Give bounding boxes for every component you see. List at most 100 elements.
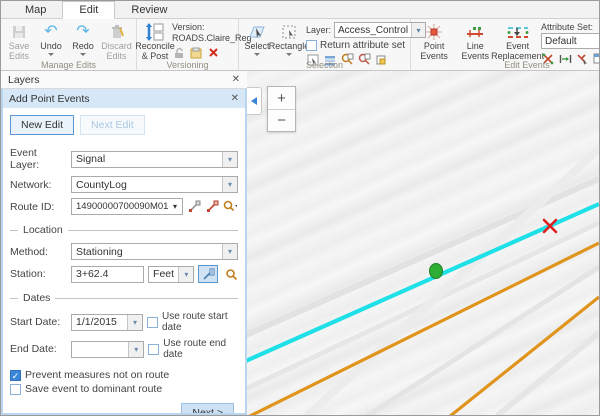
- station-units-combobox[interactable]: Feet ▾: [148, 266, 194, 283]
- method-dropdown-arrow[interactable]: ▾: [222, 244, 237, 259]
- select-dropdown-caret[interactable]: [254, 53, 260, 56]
- ribbon-tab-bar: Map Edit Review: [1, 1, 599, 19]
- zoom-to-route-icon[interactable]: [223, 200, 237, 213]
- collapse-left-arrow-icon: [251, 97, 257, 105]
- redo-button[interactable]: ↷ Redo: [68, 21, 98, 57]
- use-route-end-date-checkbox[interactable]: [148, 344, 159, 355]
- pick-location-on-map-button[interactable]: [198, 265, 218, 283]
- save-edits-button[interactable]: Save Edits: [4, 21, 34, 63]
- road-line[interactable]: [248, 243, 599, 415]
- app-window: Map Edit Review Save Edits ↶ Undo ↷ Redo: [0, 0, 600, 416]
- new-edit-button[interactable]: New Edit: [10, 115, 74, 135]
- redo-dropdown-caret[interactable]: [80, 53, 86, 56]
- network-label: Network:: [10, 179, 67, 191]
- select-cursor-icon: [248, 22, 266, 42]
- rectangle-select-icon: [281, 22, 297, 42]
- map-view[interactable]: + −: [247, 71, 599, 415]
- map-zoom-control: + −: [267, 86, 296, 132]
- start-date-dropdown-arrow[interactable]: ▾: [127, 315, 142, 330]
- select-button[interactable]: Select: [242, 21, 272, 57]
- start-date-input[interactable]: 1/1/2015 ▾: [71, 314, 143, 331]
- rectangle-dropdown-caret[interactable]: [286, 53, 292, 56]
- group-selection: Select Rectangle Layer: Access_Control ▾: [239, 19, 411, 70]
- end-date-dropdown-arrow[interactable]: ▾: [128, 342, 143, 357]
- tab-map[interactable]: Map: [9, 2, 62, 18]
- reconcile-icon: [145, 22, 165, 42]
- use-route-end-date-label: Use route end date: [163, 338, 238, 360]
- zoom-to-station-icon[interactable]: [224, 268, 238, 281]
- redo-icon: ↷: [76, 22, 89, 42]
- group-label-manage-edits: Manage Edits: [1, 60, 136, 70]
- tab-edit[interactable]: Edit: [62, 1, 115, 19]
- route-id-label: Route ID:: [10, 201, 67, 213]
- zoom-in-button[interactable]: +: [268, 87, 295, 109]
- station-units-dropdown-arrow[interactable]: ▾: [178, 267, 193, 282]
- location-section-divider: Location: [10, 224, 238, 236]
- start-date-label: Start Date:: [10, 316, 67, 328]
- group-label-edit-events: Edit Events: [411, 60, 600, 70]
- save-dominant-route-checkbox[interactable]: [10, 384, 21, 395]
- add-point-events-title: Add Point Events: [9, 93, 90, 105]
- trash-icon: [110, 22, 124, 42]
- layers-pane-title: Layers: [8, 74, 40, 86]
- event-layer-label: Event Layer:: [10, 147, 67, 171]
- undo-button[interactable]: ↶ Undo: [36, 21, 66, 57]
- left-panel: Layers ✕ Add Point Events ✕ New Edit Nex…: [1, 71, 247, 415]
- method-label: Method:: [10, 246, 67, 258]
- next-button[interactable]: Next >: [181, 403, 234, 413]
- return-attribute-checkbox[interactable]: [306, 40, 317, 51]
- event-layer-combobox[interactable]: Signal ▾: [71, 151, 238, 168]
- post-changes-icon[interactable]: [189, 46, 203, 59]
- add-point-events-header: Add Point Events ✕: [3, 89, 245, 108]
- point-events-button[interactable]: Point Events: [414, 21, 454, 63]
- group-edit-events: Point Events Line Events Event Replaceme…: [411, 19, 600, 70]
- rectangle-button[interactable]: Rectangle: [274, 21, 304, 57]
- group-versioning: Reconcile & Post Version: ROADS.Claire_R…: [137, 19, 239, 70]
- station-input[interactable]: 3+62.4: [71, 266, 144, 283]
- map-features: [247, 71, 599, 415]
- group-label-selection: Selection: [239, 60, 410, 70]
- group-label-versioning: Versioning: [137, 60, 238, 70]
- dates-section-divider: Dates: [10, 292, 238, 304]
- prevent-measures-label: Prevent measures not on route: [25, 369, 169, 381]
- network-combobox[interactable]: CountyLog ▾: [71, 176, 238, 193]
- faint-road-line: [497, 333, 599, 415]
- select-route-on-map-icon[interactable]: [205, 200, 219, 213]
- layers-pane-header: Layers ✕: [1, 71, 247, 89]
- network-dropdown-arrow[interactable]: ▾: [222, 177, 237, 192]
- event-replacement-button[interactable]: Event Replacement: [496, 21, 539, 63]
- station-label: Station:: [10, 268, 67, 280]
- point-event-marker[interactable]: [430, 264, 443, 279]
- event-replacement-icon: [506, 22, 530, 42]
- line-events-button[interactable]: Line Events: [456, 21, 494, 63]
- add-point-events-pane: Add Point Events ✕ New Edit Next Edit Ev…: [1, 89, 247, 415]
- next-edit-button[interactable]: Next Edit: [80, 115, 145, 135]
- discard-edits-button[interactable]: Discard Edits: [100, 21, 133, 63]
- save-icon: [11, 22, 27, 42]
- route-id-combobox[interactable]: 14900000700090M01 ▾: [71, 198, 183, 215]
- pane-collapse-tab[interactable]: [247, 87, 262, 115]
- delete-version-icon[interactable]: [206, 46, 220, 59]
- prevent-measures-checkbox[interactable]: ✓: [10, 370, 21, 381]
- attribute-set-label: Attribute Set:: [541, 22, 600, 32]
- method-combobox[interactable]: Stationing ▾: [71, 243, 238, 260]
- tab-review[interactable]: Review: [115, 2, 183, 18]
- ribbon: Save Edits ↶ Undo ↷ Redo Discard Edits M…: [1, 19, 599, 71]
- zoom-out-button[interactable]: −: [268, 109, 295, 131]
- point-events-icon: [425, 22, 443, 42]
- line-events-icon: [465, 22, 485, 42]
- unlock-icon[interactable]: [172, 46, 186, 59]
- select-route-icon[interactable]: [187, 200, 201, 213]
- route-id-dropdown-arrow[interactable]: ▾: [168, 202, 182, 211]
- add-point-events-close-icon[interactable]: ✕: [231, 93, 239, 104]
- use-route-start-date-checkbox[interactable]: [147, 317, 158, 328]
- end-date-label: End Date:: [10, 343, 67, 355]
- end-date-input[interactable]: ▾: [71, 341, 144, 358]
- layers-close-icon[interactable]: ✕: [232, 74, 240, 85]
- attribute-set-combobox[interactable]: Default ▾: [541, 33, 600, 49]
- reconcile-post-button[interactable]: Reconcile & Post: [140, 21, 170, 63]
- event-layer-dropdown-arrow[interactable]: ▾: [222, 152, 237, 167]
- faint-road-line: [307, 149, 599, 415]
- save-dominant-route-label: Save event to dominant route: [25, 383, 162, 395]
- undo-dropdown-caret[interactable]: [48, 53, 54, 56]
